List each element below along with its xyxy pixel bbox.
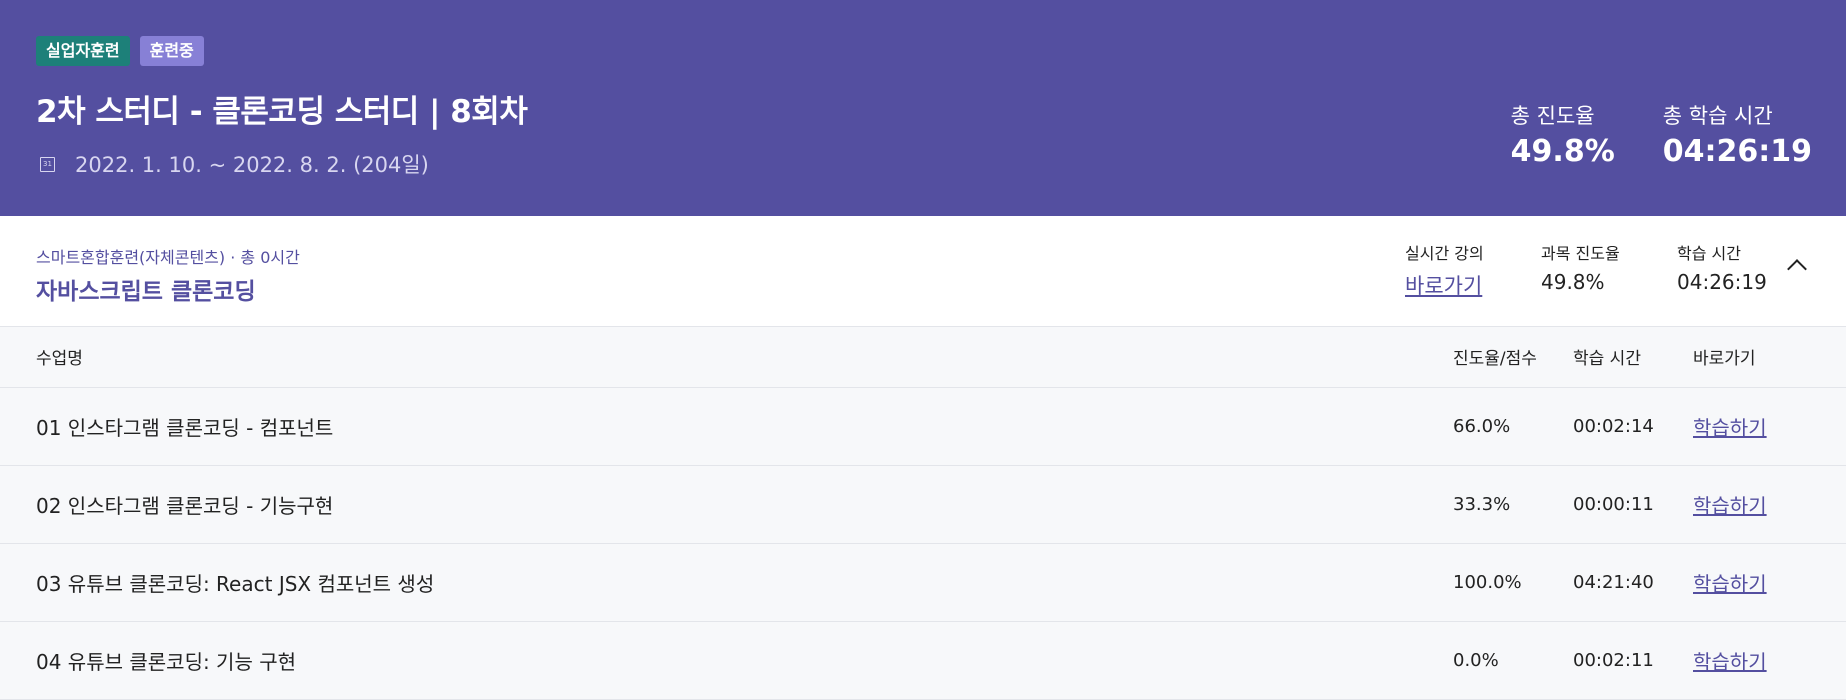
badge-group: 실업자훈련 훈련중	[36, 36, 1810, 66]
table-row: 01 인스타그램 클론코딩 - 컴포넌트 66.0% 00:02:14 학습하기	[0, 387, 1846, 466]
subject-stats: 실시간 강의 바로가기 과목 진도율 49.8% 학습 시간 04:26:19	[1405, 240, 1797, 300]
learn-link[interactable]: 학습하기	[1693, 650, 1767, 674]
subject-summary: 스마트혼합훈련(자체콘텐츠) · 총 0시간 자바스크립트 클론코딩 실시간 강…	[0, 216, 1846, 327]
total-progress: 총 진도율 49.8%	[1511, 100, 1615, 169]
lesson-time: 00:00:11	[1572, 465, 1692, 544]
subject-time-value: 04:26:19	[1677, 270, 1767, 294]
totals: 총 진도율 49.8% 총 학습 시간 04:26:19	[1511, 100, 1812, 169]
subject-progress: 과목 진도율 49.8%	[1541, 240, 1677, 300]
subject-progress-value: 49.8%	[1541, 270, 1605, 294]
table-header-row: 수업명 진도율/점수 학습 시간 바로가기	[0, 327, 1846, 388]
lesson-time: 00:02:11	[1572, 621, 1692, 700]
learn-link[interactable]: 학습하기	[1693, 572, 1767, 596]
lesson-progress: 100.0%	[1452, 543, 1572, 622]
lesson-name: 04 유튜브 클론코딩: 기능 구현	[0, 621, 1452, 700]
learn-link[interactable]: 학습하기	[1693, 494, 1767, 518]
column-header-time: 학습 시간	[1572, 327, 1692, 388]
live-lecture-label: 실시간 강의	[1405, 244, 1484, 263]
lesson-progress: 33.3%	[1452, 465, 1572, 544]
total-progress-label: 총 진도율	[1510, 104, 1595, 128]
learn-link[interactable]: 학습하기	[1693, 416, 1767, 440]
lesson-name: 01 인스타그램 클론코딩 - 컴포넌트	[0, 387, 1452, 466]
total-time-label: 총 학습 시간	[1662, 104, 1773, 128]
column-header-shortcut: 바로가기	[1692, 327, 1846, 388]
lesson-time: 04:21:40	[1572, 543, 1692, 622]
total-time-value: 04:26:19	[1662, 134, 1812, 169]
lesson-table: 수업명 진도율/점수 학습 시간 바로가기 01 인스타그램 클론코딩 - 컴포…	[0, 327, 1846, 700]
live-lecture-link[interactable]: 바로가기	[1405, 270, 1482, 300]
lesson-name: 02 인스타그램 클론코딩 - 기능구현	[0, 465, 1452, 544]
table-row: 04 유튜브 클론코딩: 기능 구현 0.0% 00:02:11 학습하기	[0, 621, 1846, 700]
lesson-time: 00:02:14	[1572, 387, 1692, 466]
lesson-progress: 66.0%	[1452, 387, 1572, 466]
table-row: 03 유튜브 클론코딩: React JSX 컴포넌트 생성 100.0% 04…	[0, 543, 1846, 622]
subject-time-label: 학습 시간	[1677, 244, 1741, 263]
live-lecture: 실시간 강의 바로가기	[1405, 240, 1541, 300]
lesson-name: 03 유튜브 클론코딩: React JSX 컴포넌트 생성	[0, 543, 1452, 622]
table-row: 02 인스타그램 클론코딩 - 기능구현 33.3% 00:00:11 학습하기	[0, 465, 1846, 544]
status-badge: 훈련중	[139, 36, 204, 66]
lesson-progress: 0.0%	[1452, 621, 1572, 700]
course-header: 실업자훈련 훈련중 2차 스터디 - 클론코딩 스터디 | 8회차 31 202…	[0, 0, 1846, 216]
total-progress-value: 49.8%	[1510, 134, 1615, 169]
column-header-name: 수업명	[0, 327, 1452, 388]
period-text: 2022. 1. 10. ~ 2022. 8. 2. (204일)	[75, 153, 429, 177]
training-type-badge: 실업자훈련	[36, 36, 130, 66]
subject-progress-label: 과목 진도율	[1541, 244, 1620, 263]
calendar-icon: 31	[40, 156, 55, 172]
total-time: 총 학습 시간 04:26:19	[1663, 100, 1812, 169]
column-header-progress: 진도율/점수	[1452, 327, 1572, 388]
subject-time: 학습 시간 04:26:19	[1677, 240, 1797, 300]
